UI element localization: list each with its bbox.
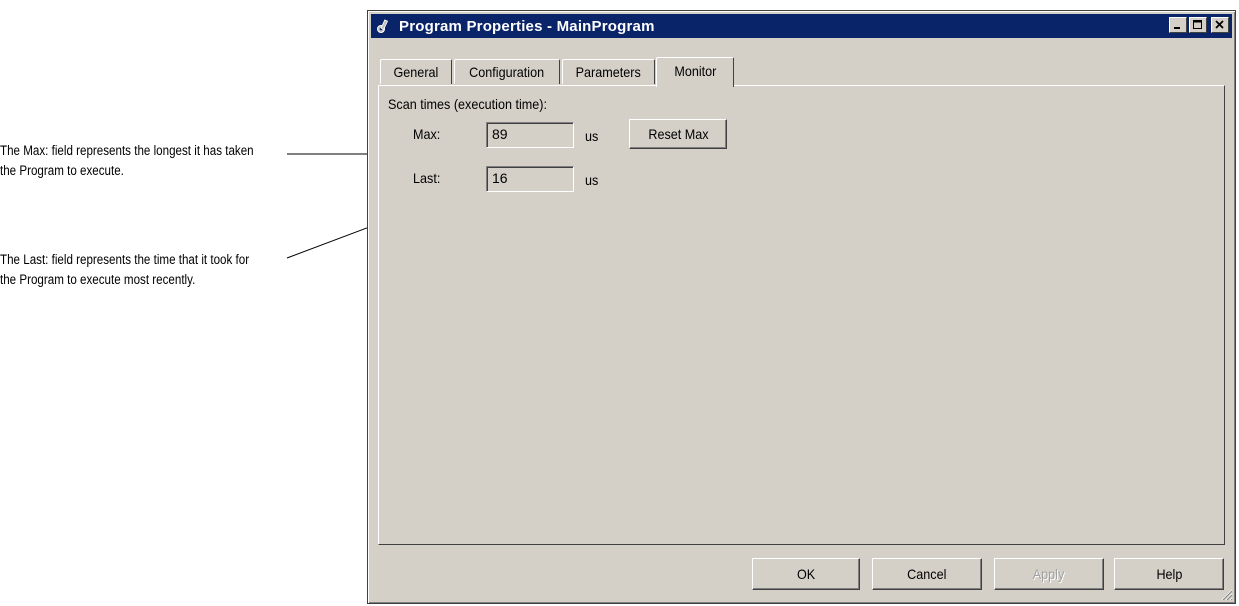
- max-scan-time-field: 89: [486, 122, 574, 148]
- tab-general[interactable]: General: [380, 59, 452, 84]
- cancel-button[interactable]: Cancel: [872, 558, 982, 590]
- minimize-button[interactable]: [1169, 17, 1187, 33]
- last-scan-time-field: 16: [486, 166, 574, 192]
- tab-parameters[interactable]: Parameters: [562, 59, 655, 84]
- last-label: Last:: [413, 170, 441, 186]
- apply-button[interactable]: Apply: [994, 558, 1104, 590]
- program-properties-dialog: Program Properties - MainProgram General…: [367, 10, 1236, 604]
- monitor-tab-panel: Scan times (execution time): Max: 89 us …: [378, 85, 1225, 545]
- help-button[interactable]: Help: [1114, 558, 1224, 590]
- resize-grip-icon[interactable]: [1219, 587, 1233, 601]
- minimize-icon: [1174, 27, 1180, 29]
- max-unit-label: us: [585, 128, 599, 144]
- max-label: Max:: [413, 126, 441, 142]
- close-icon: [1215, 20, 1224, 29]
- window-title: Program Properties - MainProgram: [399, 17, 655, 35]
- close-button[interactable]: [1211, 17, 1229, 33]
- title-bar[interactable]: Program Properties - MainProgram: [371, 14, 1232, 38]
- ok-button[interactable]: OK: [752, 558, 860, 590]
- reset-max-button[interactable]: Reset Max: [629, 119, 727, 149]
- maximize-icon: [1193, 20, 1202, 29]
- program-properties-icon: [375, 17, 393, 35]
- tab-monitor[interactable]: Monitor: [656, 57, 734, 87]
- scan-times-label: Scan times (execution time):: [388, 96, 547, 112]
- maximize-button[interactable]: [1189, 17, 1207, 33]
- tab-configuration[interactable]: Configuration: [454, 59, 560, 84]
- last-unit-label: us: [585, 172, 599, 188]
